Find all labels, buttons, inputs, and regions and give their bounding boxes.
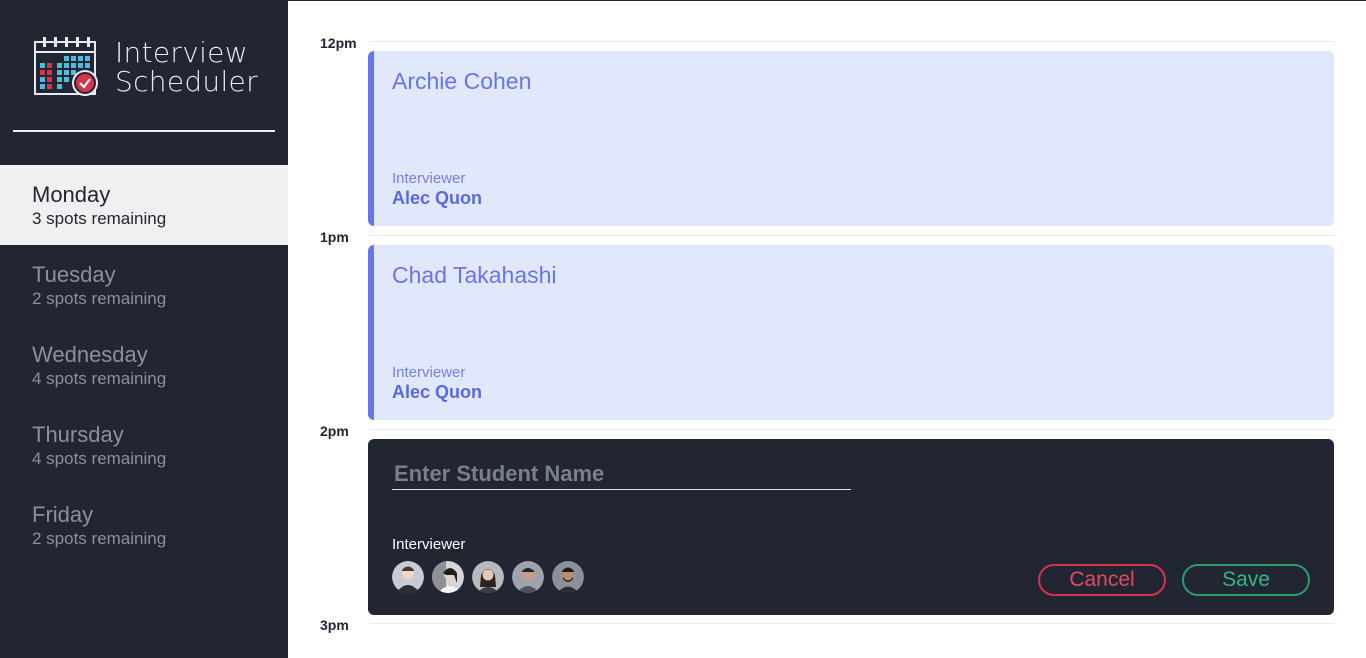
save-button[interactable]: Save bbox=[1182, 564, 1310, 596]
student-name: Archie Cohen bbox=[392, 68, 532, 94]
day-item-wednesday[interactable]: Wednesday 4 spots remaining bbox=[0, 325, 288, 405]
interviewer-label: Interviewer bbox=[392, 536, 466, 553]
hour-label-12pm: 12pm bbox=[320, 35, 357, 51]
day-name: Tuesday bbox=[32, 262, 116, 287]
interviewer-name: Alec Quon bbox=[392, 382, 483, 402]
calendar-check-icon bbox=[34, 37, 98, 96]
day-item-friday[interactable]: Friday 2 spots remaining bbox=[0, 485, 288, 565]
day-item-thursday[interactable]: Thursday 4 spots remaining bbox=[0, 405, 288, 485]
day-spots: 4 spots remaining bbox=[32, 369, 167, 388]
interviewer-avatar-3[interactable] bbox=[472, 561, 504, 593]
day-name: Monday bbox=[32, 182, 111, 207]
interviewer-avatar-5[interactable] bbox=[552, 561, 584, 593]
day-item-tuesday[interactable]: Tuesday 2 spots remaining bbox=[0, 245, 288, 325]
interviewer-avatar-1[interactable] bbox=[392, 561, 424, 593]
hour-divider bbox=[370, 41, 1334, 42]
day-list: Monday 3 spots remaining Tuesday 2 spots… bbox=[0, 165, 288, 565]
sidebar-divider bbox=[13, 130, 275, 132]
top-border bbox=[288, 0, 1366, 1]
student-name: Chad Takahashi bbox=[392, 262, 557, 288]
hour-label-1pm: 1pm bbox=[320, 229, 349, 245]
day-item-monday[interactable]: Monday 3 spots remaining bbox=[0, 165, 288, 245]
student-name-input[interactable] bbox=[392, 459, 851, 490]
interviewer-label: Interviewer bbox=[392, 170, 466, 187]
hour-label-2pm: 2pm bbox=[320, 423, 349, 439]
hour-divider bbox=[370, 623, 1334, 624]
appointment-card[interactable]: Archie Cohen Interviewer Alec Quon bbox=[368, 51, 1334, 226]
brand: Interview Scheduler bbox=[33, 36, 275, 100]
interviewer-label: Interviewer bbox=[392, 364, 466, 381]
appointment-card[interactable]: Chad Takahashi Interviewer Alec Quon bbox=[368, 245, 1334, 420]
app-title: Interview Scheduler bbox=[115, 38, 258, 96]
appointment-form: Interviewer bbox=[368, 439, 1334, 615]
app-title-line-2: Scheduler bbox=[115, 65, 258, 98]
app-title-line-1: Interview bbox=[115, 36, 248, 69]
interviewer-name: Alec Quon bbox=[392, 188, 483, 208]
day-name: Wednesday bbox=[32, 342, 148, 367]
day-name: Thursday bbox=[32, 422, 124, 447]
hour-divider bbox=[370, 235, 1334, 236]
sidebar: Interview Scheduler Monday 3 spots remai… bbox=[0, 0, 288, 658]
day-spots: 3 spots remaining bbox=[32, 209, 167, 228]
day-spots: 2 spots remaining bbox=[32, 529, 167, 548]
interviewer-avatar-4[interactable] bbox=[512, 561, 544, 593]
interviewer-avatar-2[interactable] bbox=[432, 561, 464, 593]
cancel-button[interactable]: Cancel bbox=[1038, 564, 1166, 596]
day-spots: 2 spots remaining bbox=[32, 289, 167, 308]
hour-label-3pm: 3pm bbox=[320, 617, 349, 633]
day-spots: 4 spots remaining bbox=[32, 449, 167, 468]
hour-divider bbox=[370, 429, 1334, 430]
day-name: Friday bbox=[32, 502, 94, 527]
